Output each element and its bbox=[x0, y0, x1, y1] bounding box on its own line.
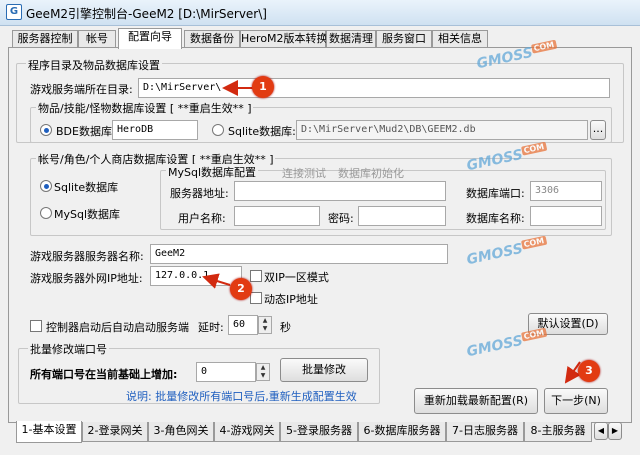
batch-port-spinner[interactable]: ▲ ▼ bbox=[256, 363, 270, 381]
tab-game-gateway[interactable]: 4-游戏网关 bbox=[214, 422, 280, 442]
title-bar: G GeeM2引擎控制台-GeeM2 [D:\MirServer\] bbox=[0, 0, 640, 26]
db-init-button[interactable]: 数据库初始化 bbox=[338, 165, 404, 181]
tab-account[interactable]: 帐号 bbox=[78, 30, 116, 48]
game-dir-input[interactable]: D:\MirServer\ bbox=[138, 78, 610, 98]
mysql-label: MySql数据库 bbox=[54, 208, 121, 221]
server-name-label: 游戏服务器服务器名称: bbox=[30, 250, 144, 263]
mysql-radio[interactable] bbox=[40, 207, 52, 219]
tab-main-server[interactable]: 8-主服务器 bbox=[524, 422, 592, 442]
batch-modify-button[interactable]: 批量修改 bbox=[280, 358, 368, 382]
tab-config-wizard[interactable]: 配置向导 bbox=[118, 28, 182, 49]
tab-basic-settings[interactable]: 1-基本设置 bbox=[16, 421, 82, 443]
username-label: 用户名称: bbox=[178, 212, 226, 225]
tab-role-gateway[interactable]: 3-角色网关 bbox=[148, 422, 214, 442]
watermark-tag: COM bbox=[530, 39, 557, 54]
sqlite-item-radio[interactable] bbox=[212, 124, 224, 136]
delay-input[interactable]: 60 bbox=[228, 315, 258, 335]
tab-db-server[interactable]: 6-数据库服务器 bbox=[358, 422, 446, 442]
tab-scroll-right-button[interactable]: ▶ bbox=[608, 422, 622, 440]
dual-ip-checkbox[interactable] bbox=[250, 270, 262, 282]
sqlite-account-label: Sqlite数据库 bbox=[54, 181, 119, 194]
tab-data-backup[interactable]: 数据备份 bbox=[184, 30, 240, 48]
step-badge-2: 2 bbox=[230, 278, 252, 300]
group-title-item-db: 物品/技能/怪物数据库设置 [ **重启生效** ] bbox=[36, 100, 254, 116]
game-dir-label: 游戏服务端所在目录: bbox=[30, 83, 133, 96]
browse-button[interactable]: ... bbox=[590, 120, 606, 140]
window-title: GeeM2引擎控制台-GeeM2 [D:\MirServer\] bbox=[26, 7, 267, 21]
dual-ip-label: 双IP一区模式 bbox=[264, 271, 329, 284]
step-badge-1: 1 bbox=[252, 76, 274, 98]
bde-radio[interactable] bbox=[40, 124, 52, 136]
tab-herom2-convert[interactable]: HeroM2版本转换 bbox=[240, 30, 328, 48]
batch-port-input[interactable]: 0 bbox=[196, 362, 256, 382]
tab-server-control[interactable]: 服务器控制 bbox=[12, 30, 78, 48]
delay-spinner[interactable]: ▲ ▼ bbox=[258, 316, 272, 334]
db-name-label: 数据库名称: bbox=[466, 212, 525, 225]
next-step-button[interactable]: 下一步(N) bbox=[544, 388, 608, 414]
tab-related-info[interactable]: 相关信息 bbox=[432, 30, 488, 48]
tab-login-server[interactable]: 5-登录服务器 bbox=[280, 422, 358, 442]
server-addr-label: 服务器地址: bbox=[170, 187, 229, 200]
db-port-label: 数据库端口: bbox=[466, 187, 525, 200]
batch-note: 说明: 批量修改所有端口号后,重新生成配置生效 bbox=[126, 390, 357, 403]
password-input[interactable] bbox=[358, 206, 446, 226]
bde-input[interactable]: HeroDB bbox=[112, 120, 198, 140]
username-input[interactable] bbox=[234, 206, 320, 226]
tab-scroll-left-button[interactable]: ◀ bbox=[594, 422, 608, 440]
server-name-input[interactable]: GeeM2 bbox=[150, 244, 448, 264]
dynamic-ip-label: 动态IP地址 bbox=[264, 293, 318, 306]
tab-data-cleanup[interactable]: 数据清理 bbox=[326, 30, 376, 48]
group-title-mysql-config: MySql数据库配置 bbox=[166, 164, 259, 180]
step-badge-3: 3 bbox=[578, 360, 600, 382]
server-ip-label: 游戏服务器外网IP地址: bbox=[30, 272, 143, 285]
tab-log-server[interactable]: 7-日志服务器 bbox=[446, 422, 524, 442]
dynamic-ip-checkbox[interactable] bbox=[250, 292, 262, 304]
sqlite-account-radio[interactable] bbox=[40, 180, 52, 192]
group-title-batch-port: 批量修改端口号 bbox=[28, 341, 109, 357]
delay-unit: 秒 bbox=[280, 321, 291, 334]
test-connection-button[interactable]: 连接测试 bbox=[282, 165, 326, 181]
sqlite-item-label: Sqlite数据库: bbox=[228, 125, 296, 138]
autostart-label: 控制器启动后自动启动服务端 bbox=[46, 321, 189, 334]
sqlite-item-input[interactable]: D:\MirServer\Mud2\DB\GEEM2.db bbox=[296, 120, 588, 140]
reload-config-button[interactable]: 重新加载最新配置(R) bbox=[414, 388, 538, 414]
autostart-checkbox[interactable] bbox=[30, 320, 42, 332]
group-title-program-dir: 程序目录及物品数据库设置 bbox=[26, 57, 162, 73]
db-port-input[interactable]: 3306 bbox=[530, 181, 602, 201]
bde-label: BDE数据库: bbox=[56, 125, 116, 138]
batch-port-label: 所有端口号在当前基础上增加: bbox=[30, 368, 178, 381]
password-label: 密码: bbox=[328, 212, 354, 225]
delay-label: 延时: bbox=[198, 321, 224, 334]
tab-login-gateway[interactable]: 2-登录网关 bbox=[82, 422, 148, 442]
app-icon: G bbox=[6, 4, 22, 20]
tab-service-window[interactable]: 服务窗口 bbox=[376, 30, 432, 48]
server-addr-input[interactable] bbox=[234, 181, 446, 201]
server-ip-input[interactable]: 127.0.0.1 bbox=[150, 266, 242, 286]
db-name-input[interactable] bbox=[530, 206, 602, 226]
